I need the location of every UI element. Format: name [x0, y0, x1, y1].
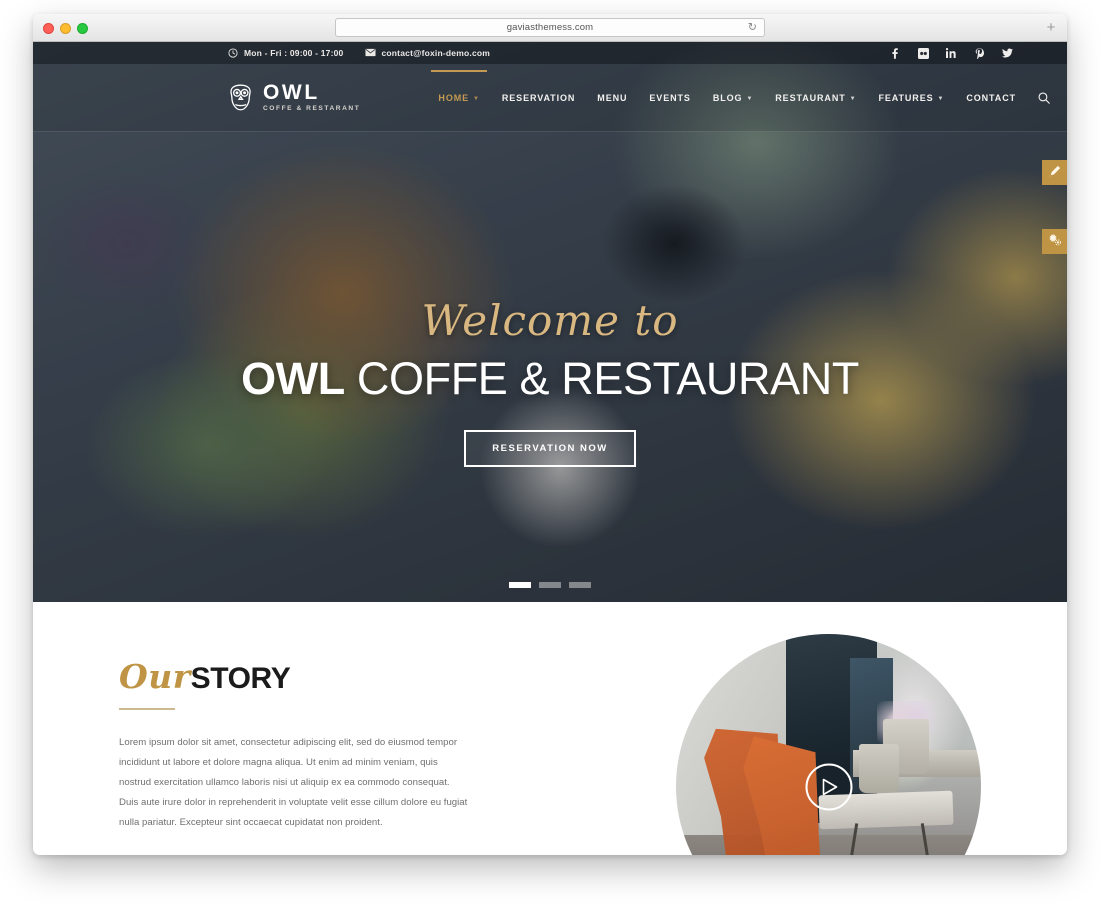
nav-item-blog-label: BLOG	[712, 92, 743, 103]
chevron-down-icon: ▼	[473, 95, 480, 102]
hero-title: OWL COFFE & RESTAURANT	[33, 356, 1067, 401]
logo-tagline: COFFE & RESTARANT	[263, 105, 361, 113]
nav-item-home[interactable]: HOME ▼	[431, 69, 488, 125]
nav-item-contact-label: CONTACT	[966, 92, 1016, 103]
linkedin-icon[interactable]	[946, 48, 956, 58]
minimize-window-button[interactable]	[60, 23, 71, 34]
nav-item-events[interactable]: EVENTS	[649, 71, 690, 125]
chevron-down-icon: ▼	[849, 95, 857, 102]
clock-icon	[228, 48, 238, 58]
floating-side-buttons	[1042, 160, 1067, 254]
address-bar-url: gaviasthemess.com	[506, 22, 594, 33]
slider-dot-3[interactable]	[569, 582, 591, 588]
address-bar[interactable]: gaviasthemess.com ↻	[335, 18, 765, 37]
nav-item-blog[interactable]: BLOG ▼	[713, 71, 753, 125]
hero-slider: Mon - Fri : 09:00 - 17:00 contact@foxin-…	[33, 42, 1067, 602]
nav-item-restaurant[interactable]: RESTAURANT ▼	[775, 71, 856, 125]
nav-item-contact[interactable]: CONTACT	[966, 71, 1016, 125]
paintbrush-icon	[1049, 164, 1061, 182]
slider-pagination	[33, 582, 1067, 588]
contact-email[interactable]: contact@foxin-demo.com	[365, 48, 490, 58]
flickr-icon[interactable]	[918, 47, 929, 59]
photo-planter-front	[859, 743, 899, 793]
pinterest-icon[interactable]	[974, 47, 984, 59]
browser-window: gaviasthemess.com ↻ + Mon - Fri : 09:00 …	[33, 14, 1067, 855]
chevron-down-icon: ▼	[937, 95, 945, 102]
settings-button[interactable]	[1042, 229, 1067, 254]
twitter-icon[interactable]	[1002, 48, 1013, 58]
top-info-bar: Mon - Fri : 09:00 - 17:00 contact@foxin-…	[33, 42, 1067, 64]
opening-hours-text: Mon - Fri : 09:00 - 17:00	[244, 48, 344, 58]
primary-navigation: HOME ▼ RESERVATION MENU EVENTS BLOG ▼ RE…	[431, 69, 1050, 125]
nav-item-menu-label: MENU	[597, 92, 628, 103]
search-icon[interactable]	[1038, 91, 1050, 104]
story-heading-bold: STORY	[190, 662, 291, 695]
photo-ground	[676, 835, 981, 855]
site-logo[interactable]: OWL COFFE & RESTARANT	[228, 82, 360, 113]
browser-chrome: gaviasthemess.com ↻ +	[33, 14, 1067, 42]
nav-item-menu[interactable]: MENU	[597, 71, 627, 125]
customizer-button[interactable]	[1042, 160, 1067, 185]
new-tab-button[interactable]: +	[1043, 20, 1059, 36]
window-traffic-lights	[43, 23, 88, 34]
top-info-left: Mon - Fri : 09:00 - 17:00 contact@foxin-…	[228, 48, 490, 58]
slider-dot-2[interactable]	[539, 582, 561, 588]
reload-icon[interactable]: ↻	[748, 22, 757, 33]
opening-hours: Mon - Fri : 09:00 - 17:00	[228, 48, 343, 58]
story-heading: OurSTORY	[119, 660, 469, 694]
contact-email-text: contact@foxin-demo.com	[381, 48, 491, 58]
main-header: OWL COFFE & RESTARANT HOME ▼ RESERVATION…	[33, 64, 1067, 132]
story-container: OurSTORY Lorem ipsum dolor sit amet, con…	[119, 634, 981, 855]
nav-item-home-label: HOME	[438, 92, 470, 103]
logo-name: OWL	[263, 81, 320, 105]
facebook-icon[interactable]	[890, 47, 900, 59]
owl-icon	[228, 83, 254, 113]
envelope-icon	[365, 48, 376, 58]
logo-text: OWL COFFE & RESTARANT	[263, 82, 360, 113]
gears-icon	[1048, 233, 1061, 251]
social-links	[890, 47, 1013, 59]
chevron-down-icon: ▼	[746, 95, 754, 102]
nav-item-features[interactable]: FEATURES ▼	[878, 71, 944, 125]
close-window-button[interactable]	[43, 23, 54, 34]
slider-dot-1[interactable]	[509, 582, 531, 588]
hero-title-light: COFFE & RESTAURANT	[344, 353, 859, 404]
maximize-window-button[interactable]	[77, 23, 88, 34]
nav-item-restaurant-label: RESTAURANT	[775, 92, 846, 103]
hero-eyebrow: Welcome to	[421, 296, 679, 345]
story-video-image	[676, 634, 981, 855]
story-media-column	[676, 634, 981, 855]
story-heading-script: Our	[119, 657, 191, 696]
story-video-thumbnail[interactable]	[676, 634, 981, 855]
reservation-now-button[interactable]: RESERVATION NOW	[464, 430, 636, 467]
nav-item-events-label: EVENTS	[649, 92, 691, 103]
page-viewport: Mon - Fri : 09:00 - 17:00 contact@foxin-…	[33, 42, 1067, 855]
story-text-column: OurSTORY Lorem ipsum dolor sit amet, con…	[119, 652, 469, 855]
hero-title-bold: OWL	[241, 353, 345, 404]
hero-content: Welcome to OWL COFFE & RESTAURANT RESERV…	[33, 300, 1067, 467]
our-story-section: OurSTORY Lorem ipsum dolor sit amet, con…	[33, 602, 1067, 855]
play-icon[interactable]	[805, 763, 852, 810]
nav-item-reservation[interactable]: RESERVATION	[502, 71, 575, 125]
heading-underline	[119, 708, 175, 710]
nav-item-features-label: FEATURES	[878, 92, 934, 103]
nav-item-reservation-label: RESERVATION	[501, 92, 576, 103]
story-paragraph: Lorem ipsum dolor sit amet, consectetur …	[119, 737, 468, 828]
